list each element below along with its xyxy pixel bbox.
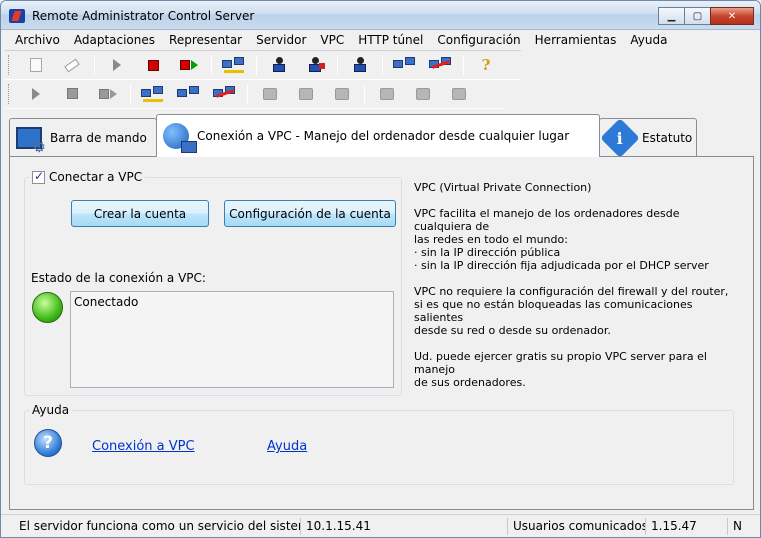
toolbar-separator — [364, 83, 365, 104]
tab-barra-de-mando[interactable]: Barra de mando — [9, 118, 157, 156]
help-group: Ayuda ? Conexión a VPC Ayuda — [24, 403, 734, 485]
tab-label: Barra de mando — [50, 130, 147, 145]
pc-disconnect-icon[interactable] — [212, 82, 238, 106]
vpc-info-text: VPC (Virtual Private Connection) VPC fac… — [414, 181, 734, 402]
toolbar-separator — [94, 55, 95, 75]
status-version: 1.15.47 — [646, 517, 728, 535]
info-icon: i — [600, 117, 640, 158]
pc-disconnect-icon[interactable] — [428, 53, 454, 77]
minimize-button[interactable]: ▁ — [658, 7, 685, 25]
menu-bar: Archivo Adaptaciones Representar Servido… — [1, 30, 760, 49]
connect-vpc-label: Conectar a VPC — [49, 170, 143, 184]
window-title: Remote Administrator Control Server — [32, 9, 255, 23]
toolbar-separator — [337, 55, 338, 75]
connection-status-label: Estado de la conexión a VPC: — [31, 271, 206, 285]
disabled-icon-5[interactable] — [410, 82, 436, 106]
monitor-gear-icon — [16, 126, 46, 156]
stop-play-icon[interactable] — [176, 53, 202, 77]
tab-label: Estatuto — [642, 130, 693, 145]
help-icon[interactable]: ? — [473, 53, 499, 77]
connection-status-box: Conectado — [70, 291, 394, 388]
toolbar-separator — [463, 55, 464, 75]
disabled-icon-3[interactable] — [329, 82, 355, 106]
play-disabled-icon[interactable] — [23, 82, 49, 106]
toolbar-separator — [247, 83, 248, 104]
disabled-icon-4[interactable] — [374, 82, 400, 106]
stop-icon[interactable] — [140, 53, 166, 77]
user-icon[interactable] — [266, 53, 292, 77]
vpc-panel: Conectar a VPC Crear la cuenta Configura… — [9, 156, 754, 510]
help-question-icon: ? — [34, 429, 62, 457]
menu-archivo[interactable]: Archivo — [1, 33, 67, 47]
status-ok-icon — [32, 292, 63, 323]
menu-herramientas[interactable]: Herramientas — [528, 33, 624, 47]
copy-icon[interactable] — [23, 53, 49, 77]
info-paragraph-3: VPC no requiere la configuración del fir… — [414, 285, 729, 337]
info-paragraph-4: Ud. puede ejercer gratis su propio VPC s… — [414, 350, 707, 389]
status-users: Usuarios comunicados: 0 — [508, 517, 646, 535]
app-window: Remote Administrator Control Server ▁ ▢ … — [0, 0, 761, 538]
app-logo-icon — [9, 9, 25, 23]
title-bar: Remote Administrator Control Server ▁ ▢ … — [1, 1, 760, 30]
menu-configuracion[interactable]: Configuración — [430, 33, 527, 47]
status-extra: N — [733, 519, 742, 533]
vpc-checkbox-row[interactable]: Conectar a VPC — [29, 169, 146, 184]
toolbar-separator — [211, 55, 212, 75]
toolbar-grip[interactable] — [8, 83, 12, 104]
tab-strip: Barra de mando Conexión a VPC - Manejo d… — [9, 114, 754, 158]
help-group-legend: Ayuda — [29, 403, 73, 417]
pc-user-icon[interactable] — [176, 82, 202, 106]
toolbar-separator — [130, 83, 131, 104]
toolbar-main: ? — [5, 50, 521, 80]
disabled-icon-6[interactable] — [446, 82, 472, 106]
info-paragraph-2: VPC facilita el manejo de los ordenadore… — [414, 207, 709, 272]
connect-vpc-checkbox[interactable] — [32, 169, 45, 184]
play-icon[interactable] — [104, 53, 130, 77]
account-config-button[interactable]: Configuración de la cuenta — [224, 200, 396, 227]
maximize-button[interactable]: ▢ — [684, 7, 711, 25]
stop-play-disabled-icon[interactable] — [95, 82, 121, 106]
toolbar-separator — [382, 55, 383, 75]
stop-disabled-icon[interactable] — [59, 82, 85, 106]
pc-user-icon[interactable] — [392, 53, 418, 77]
toolbar-grip[interactable] — [8, 55, 12, 75]
eraser-icon[interactable] — [59, 53, 85, 77]
pc-connect-icon[interactable] — [221, 53, 247, 77]
disabled-icon-1[interactable] — [257, 82, 283, 106]
vpc-help-link[interactable]: Conexión a VPC — [92, 439, 195, 454]
menu-vpc[interactable]: VPC — [313, 33, 351, 47]
menu-servidor[interactable]: Servidor — [249, 33, 313, 47]
vpc-connection-group: Conectar a VPC Crear la cuenta Configura… — [24, 169, 402, 396]
menu-adaptaciones[interactable]: Adaptaciones — [67, 33, 162, 47]
globe-pc-icon — [163, 123, 197, 153]
status-ip: 10.1.15.41 — [301, 517, 508, 535]
close-button[interactable]: ✕ — [710, 7, 754, 25]
tab-label: Conexión a VPC - Manejo del ordenador de… — [197, 129, 570, 143]
menu-representar[interactable]: Representar — [162, 33, 249, 47]
status-service: El servidor funciona como un servicio de… — [1, 517, 301, 535]
status-bar: El servidor funciona como un servicio de… — [1, 514, 760, 537]
menu-http-tunel[interactable]: HTTP túnel — [351, 33, 430, 47]
info-paragraph-1: VPC (Virtual Private Connection) — [414, 181, 592, 194]
window-controls: ▁ ▢ ✕ — [658, 7, 754, 25]
create-account-button[interactable]: Crear la cuenta — [71, 200, 209, 227]
help-link[interactable]: Ayuda — [267, 439, 307, 454]
user-edit-icon[interactable] — [347, 53, 373, 77]
user-remove-icon[interactable] — [302, 53, 328, 77]
tab-conexion-vpc[interactable]: Conexión a VPC - Manejo del ordenador de… — [156, 114, 600, 157]
pc-connect-icon[interactable] — [140, 82, 166, 106]
toolbar-separator — [256, 55, 257, 75]
toolbar-secondary — [5, 79, 505, 109]
tab-estatuto[interactable]: i Estatuto — [599, 117, 697, 158]
menu-ayuda[interactable]: Ayuda — [623, 33, 674, 47]
disabled-icon-2[interactable] — [293, 82, 319, 106]
